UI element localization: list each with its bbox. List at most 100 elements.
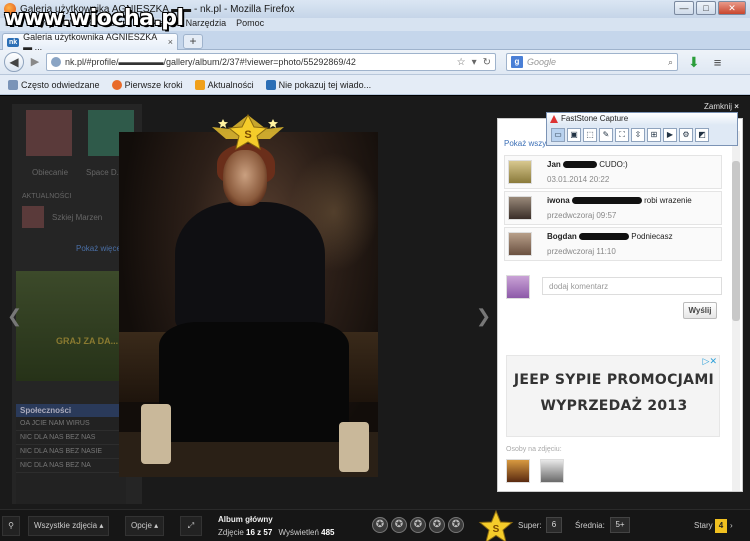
bookmark-label: Aktualności [207,79,254,90]
dropdown-icon[interactable]: ▾ [472,57,477,68]
url-bar[interactable]: nk.pl/#profile/▬▬▬▬▬/gallery/album/2/37#… [46,53,496,71]
add-comment-input[interactable]: dodaj komentarz [542,277,722,295]
bookmark-label: Często odwiedzane [21,79,100,90]
capture-object-icon[interactable]: ▣ [567,128,581,142]
site-identity-icon[interactable] [51,57,61,67]
reload-icon[interactable]: ↻ [483,57,491,68]
bookmark-most-visited[interactable]: Często odwiedzane [8,79,100,90]
rating-star-icon[interactable]: ✪ [448,517,464,533]
scrollbar[interactable] [732,131,740,491]
rating-star-icon[interactable]: ✪ [410,517,426,533]
rss-icon [194,79,205,90]
avatar[interactable] [508,196,532,220]
background-text: GRAJ ZA DA... [56,336,119,346]
bookmark-label: Nie pokazuj tej wiado... [278,79,372,90]
background-text: Szkiej Marzen [52,213,103,222]
background-ad: GRAJ ZA DA... [16,271,126,381]
tab-close-icon[interactable]: × [168,37,173,47]
photo-boot [339,422,369,472]
avatar[interactable] [508,232,532,256]
background-profile-thumb [26,110,72,156]
chevron-right-icon[interactable]: › [730,521,733,530]
comment-author[interactable]: Jan [547,160,561,169]
capture-video-icon[interactable]: ▶ [663,128,677,142]
average-value: 5+ [610,517,630,533]
capture-fullscreen-icon[interactable]: ⛶ [615,128,629,142]
maximize-button[interactable]: □ [696,1,716,15]
scroll-thumb[interactable] [732,161,740,321]
close-viewer-label: Zamknij [704,102,733,111]
stars-label[interactable]: Stary [694,521,713,530]
background-list: Społeczności OA JCIE NAM WIRUS NIC DLA N… [16,404,126,504]
options-dropdown[interactable]: Opcje ▴ [125,516,165,536]
google-icon[interactable]: g [511,56,523,68]
super-star-badge-icon: S [212,113,284,151]
background-text: NIC DLA NAS BEZ NA [16,459,126,473]
background-text: Pokaż więcej [76,244,123,253]
search-input[interactable]: g Google ⌕ [506,53,678,71]
rating-star-icon[interactable]: ✪ [372,517,388,533]
album-filter-dropdown[interactable]: Wszystkie zdjęcia ▴ [28,516,110,536]
comment-author[interactable]: iwona [547,196,570,205]
ad-close-icon[interactable]: ▷✕ [703,356,717,367]
tab-label: Galeria użytkownika AGNIESZKA ▬ ... [23,32,157,52]
bookmarks-toolbar: Często odwiedzane Pierwsze kroki Aktualn… [0,75,750,95]
forward-button[interactable]: ▶ [28,54,42,70]
menu-icon[interactable]: ≡ [714,55,722,70]
previous-photo-arrow-icon[interactable]: ❮ [7,306,22,327]
rating-star-icon[interactable]: ✪ [429,517,445,533]
comment-text: Podniecasz [631,232,673,241]
comment-date: 03.01.2014 20:22 [547,175,610,184]
menu-help[interactable]: Pomoc [236,18,264,31]
bookmark-getting-started[interactable]: Pierwsze kroki [111,79,183,90]
rating-star-icon[interactable]: ✪ [391,517,407,533]
search-icon[interactable]: ⌕ [668,57,673,68]
photo-counter: Zdjęcie 16 z 57 Wyświetleń 485 [218,528,335,537]
tab-gallery[interactable]: nk Galeria użytkownika AGNIESZKA ▬ ... × [2,32,178,52]
capture-region-icon[interactable]: ⬚ [583,128,597,142]
minimize-button[interactable]: — [674,1,694,15]
filter-label: Wszystkie zdjęcia [34,521,98,530]
next-photo-arrow-icon[interactable]: ❯ [476,306,491,327]
views-label: Wyświetleń [278,528,319,537]
capture-freehand-icon[interactable]: ✎ [599,128,613,142]
avatar [506,275,530,299]
ad-subline: WYPRZEDAŻ 2013 [540,398,688,414]
back-button[interactable]: ◀ [4,52,24,72]
bookmark-star-icon[interactable]: ☆ [457,57,466,68]
avatar[interactable] [508,160,532,184]
bookmark-label: Pierwsze kroki [124,79,183,90]
comment-author[interactable]: Bogdan [547,232,577,241]
watermark: www.wiocha.pl [4,6,184,31]
fullscreen-icon[interactable]: ⤢ [180,516,202,536]
album-title[interactable]: Album główny [218,515,273,524]
faststone-capture-toolbar: FastStone Capture ▭ ▣ ⬚ ✎ ⛶ ⇳ ⊞ ▶ ⚙ ◩ [546,112,738,146]
close-icon[interactable]: × [734,102,739,111]
super-star-icon[interactable]: S [478,510,514,541]
capture-scroll-icon[interactable]: ⇳ [631,128,645,142]
viewer-overlay: Obiecanie Space D... AKTUALNOŚCI Szkiej … [0,96,750,509]
bookmark-nk[interactable]: Nie pokazuj tej wiado... [265,79,372,90]
capture-fixed-icon[interactable]: ⊞ [647,128,661,142]
people-tag-icon[interactable]: ⚲ [2,516,20,536]
photo-face [223,150,267,206]
bookmark-news[interactable]: Aktualności [194,79,254,90]
url-text: nk.pl/#profile/▬▬▬▬▬/gallery/album/2/37#… [65,57,356,67]
capture-window-icon[interactable]: ▭ [551,128,565,142]
send-comment-button[interactable]: Wyślij [683,302,717,319]
avatar[interactable] [506,459,530,483]
menu-tools[interactable]: Narzędzia [186,18,227,31]
new-tab-button[interactable]: + [183,34,203,49]
background-text: Społeczności [16,404,126,417]
comments-panel: Pokaż wszystkie Jan CUDO:) 03.01.2014 20… [497,118,743,492]
ad-banner[interactable]: ▷✕ JEEP SYPIE PROMOCJAMI WYPRZEDAŻ 2013 [506,355,720,437]
output-icon[interactable]: ◩ [695,128,709,142]
chevron-up-icon: ▴ [99,521,104,530]
close-window-button[interactable]: ✕ [718,1,746,15]
background-text: AKTUALNOŚCI [22,193,72,200]
settings-icon[interactable]: ⚙ [679,128,693,142]
close-viewer-link[interactable]: Zamknij × [704,102,739,111]
nk-favicon-icon [265,79,276,90]
download-icon[interactable]: ⬇ [688,54,700,71]
avatar[interactable] [540,459,564,483]
